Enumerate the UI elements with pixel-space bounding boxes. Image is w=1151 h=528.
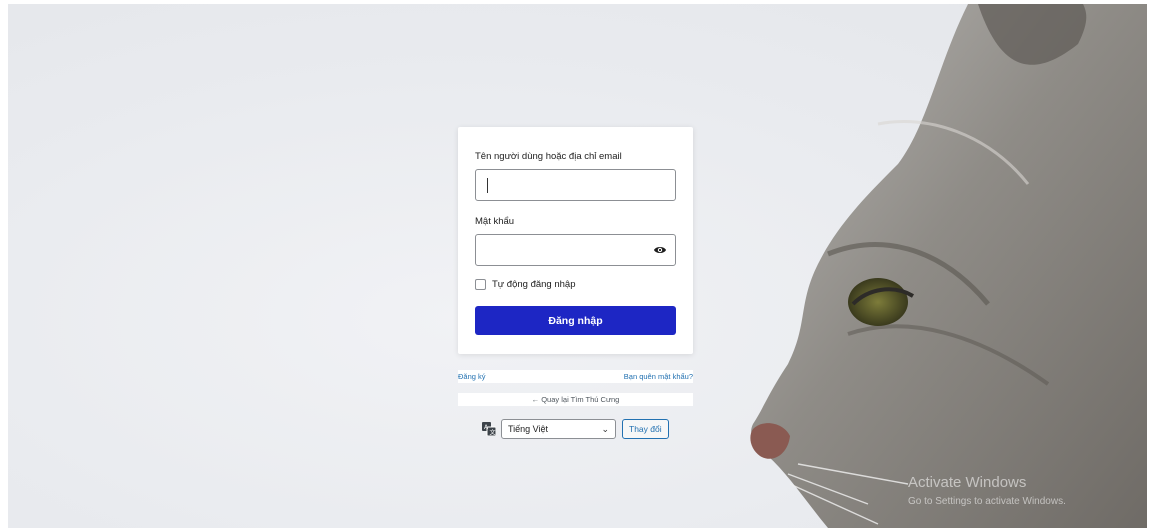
cat-photo: [728, 4, 1147, 528]
login-card: Tên người dùng hoặc địa chỉ email Mật kh…: [458, 127, 693, 354]
password-input[interactable]: [475, 234, 676, 266]
username-input[interactable]: [475, 169, 676, 201]
remember-me-row[interactable]: Tự động đăng nhập: [475, 279, 575, 290]
language-select[interactable]: Tiếng Việt ⌄: [501, 419, 616, 439]
remember-me-checkbox[interactable]: [475, 279, 486, 290]
translate-icon: A 文: [482, 422, 496, 436]
show-password-eye-icon[interactable]: [653, 244, 667, 256]
language-switcher: A 文 Tiếng Việt ⌄ Thay đổi: [482, 419, 669, 439]
lost-password-link[interactable]: Bạn quên mật khẩu?: [624, 372, 693, 381]
login-page: Activate Windows Go to Settings to activ…: [8, 4, 1147, 528]
username-label: Tên người dùng hoặc địa chỉ email: [475, 151, 622, 162]
watermark-subtitle: Go to Settings to activate Windows.: [908, 496, 1066, 507]
back-to-site-link[interactable]: ← Quay lại Tìm Thú Cưng: [458, 393, 693, 406]
language-selected-value: Tiếng Việt: [508, 424, 549, 434]
watermark-title: Activate Windows: [908, 474, 1027, 491]
activate-windows-watermark: Activate Windows Go to Settings to activ…: [908, 474, 1066, 510]
password-label: Mật khẩu: [475, 216, 515, 227]
chevron-down-icon: ⌄: [601, 423, 609, 434]
svg-text:文: 文: [490, 429, 496, 437]
register-link[interactable]: Đăng ký: [458, 372, 486, 381]
change-language-button[interactable]: Thay đổi: [622, 419, 669, 439]
remember-me-label[interactable]: Tự động đăng nhập: [492, 279, 575, 290]
account-links: Đăng ký Bạn quên mật khẩu?: [458, 370, 693, 383]
login-button[interactable]: Đăng nhập: [475, 306, 676, 335]
text-caret: [487, 178, 488, 193]
